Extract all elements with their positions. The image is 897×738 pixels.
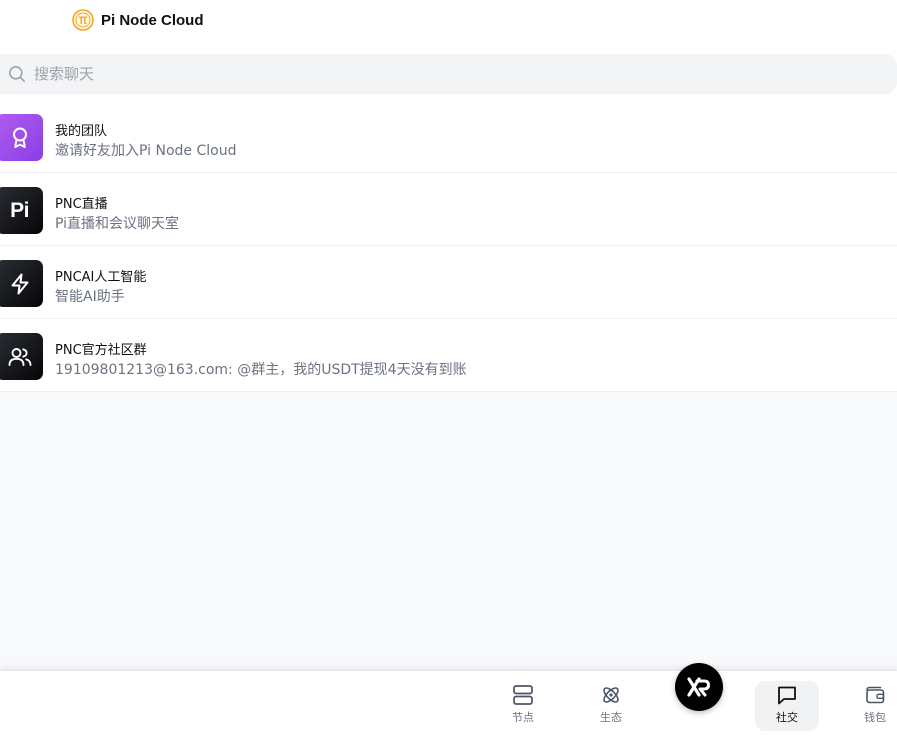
chat-title: PNCAI人工智能 [55,270,147,285]
chat-item-pnc-ai[interactable]: PNCAI人工智能 智能AI助手 [0,246,897,319]
chat-list: 我的团队 邀请好友加入Pi Node Cloud Pi PNC直播 Pi直播和会… [0,100,897,392]
search-input[interactable] [34,62,874,86]
chat-title: PNC直播 [55,197,108,212]
nav-item-nodes[interactable]: 节点 [491,681,555,731]
nav-label: 节点 [512,711,534,724]
brand-name: Pi Node Cloud [101,11,204,29]
lightning-icon [11,273,28,294]
bottom-nav: 节点 生态 社交 钱包 [0,663,897,738]
xp-logo-button[interactable] [675,663,723,711]
users-icon [8,347,31,366]
wallet-icon [866,686,885,704]
nav-item-social[interactable]: 社交 [755,681,819,731]
pi-logo-icon: Pi [10,198,29,222]
chat-bubble-icon [778,686,796,705]
chat-title: 我的团队 [55,124,108,139]
nav-item-wallet[interactable]: 钱包 [843,681,897,731]
nav-label: 钱包 [864,711,886,724]
chat-item-my-team[interactable]: 我的团队 邀请好友加入Pi Node Cloud [0,100,897,173]
chat-avatar [0,333,43,380]
chat-preview: 19109801213@163.com: @群主，我的USDT提现4天没有到账 [55,362,467,378]
brand[interactable]: Pi Node Cloud [72,9,204,31]
chat-avatar [0,114,43,161]
nav-item-ecosystem[interactable]: 生态 [579,681,643,731]
chat-preview: 智能AI助手 [55,289,125,305]
server-icon [513,685,533,705]
chat-avatar [0,260,43,307]
chat-avatar: Pi [0,187,43,234]
atom-icon [603,687,619,703]
nav-label: 社交 [776,711,798,724]
search-area [0,40,897,100]
nav-label: 生态 [600,711,622,724]
app-header: Pi Node Cloud [0,0,897,40]
chat-item-pnc-live[interactable]: Pi PNC直播 Pi直播和会议聊天室 [0,173,897,246]
chat-title: PNC官方社区群 [55,343,147,358]
pi-coin-logo-icon [72,9,94,31]
search-icon [9,66,25,82]
chat-preview: Pi直播和会议聊天室 [55,216,180,232]
chat-preview: 邀请好友加入Pi Node Cloud [55,143,237,159]
award-icon [12,127,27,148]
chat-item-pnc-community[interactable]: PNC官方社区群 19109801213@163.com: @群主，我的USDT… [0,319,897,392]
search-bar[interactable] [0,54,897,94]
xp-logo-icon [687,677,710,697]
